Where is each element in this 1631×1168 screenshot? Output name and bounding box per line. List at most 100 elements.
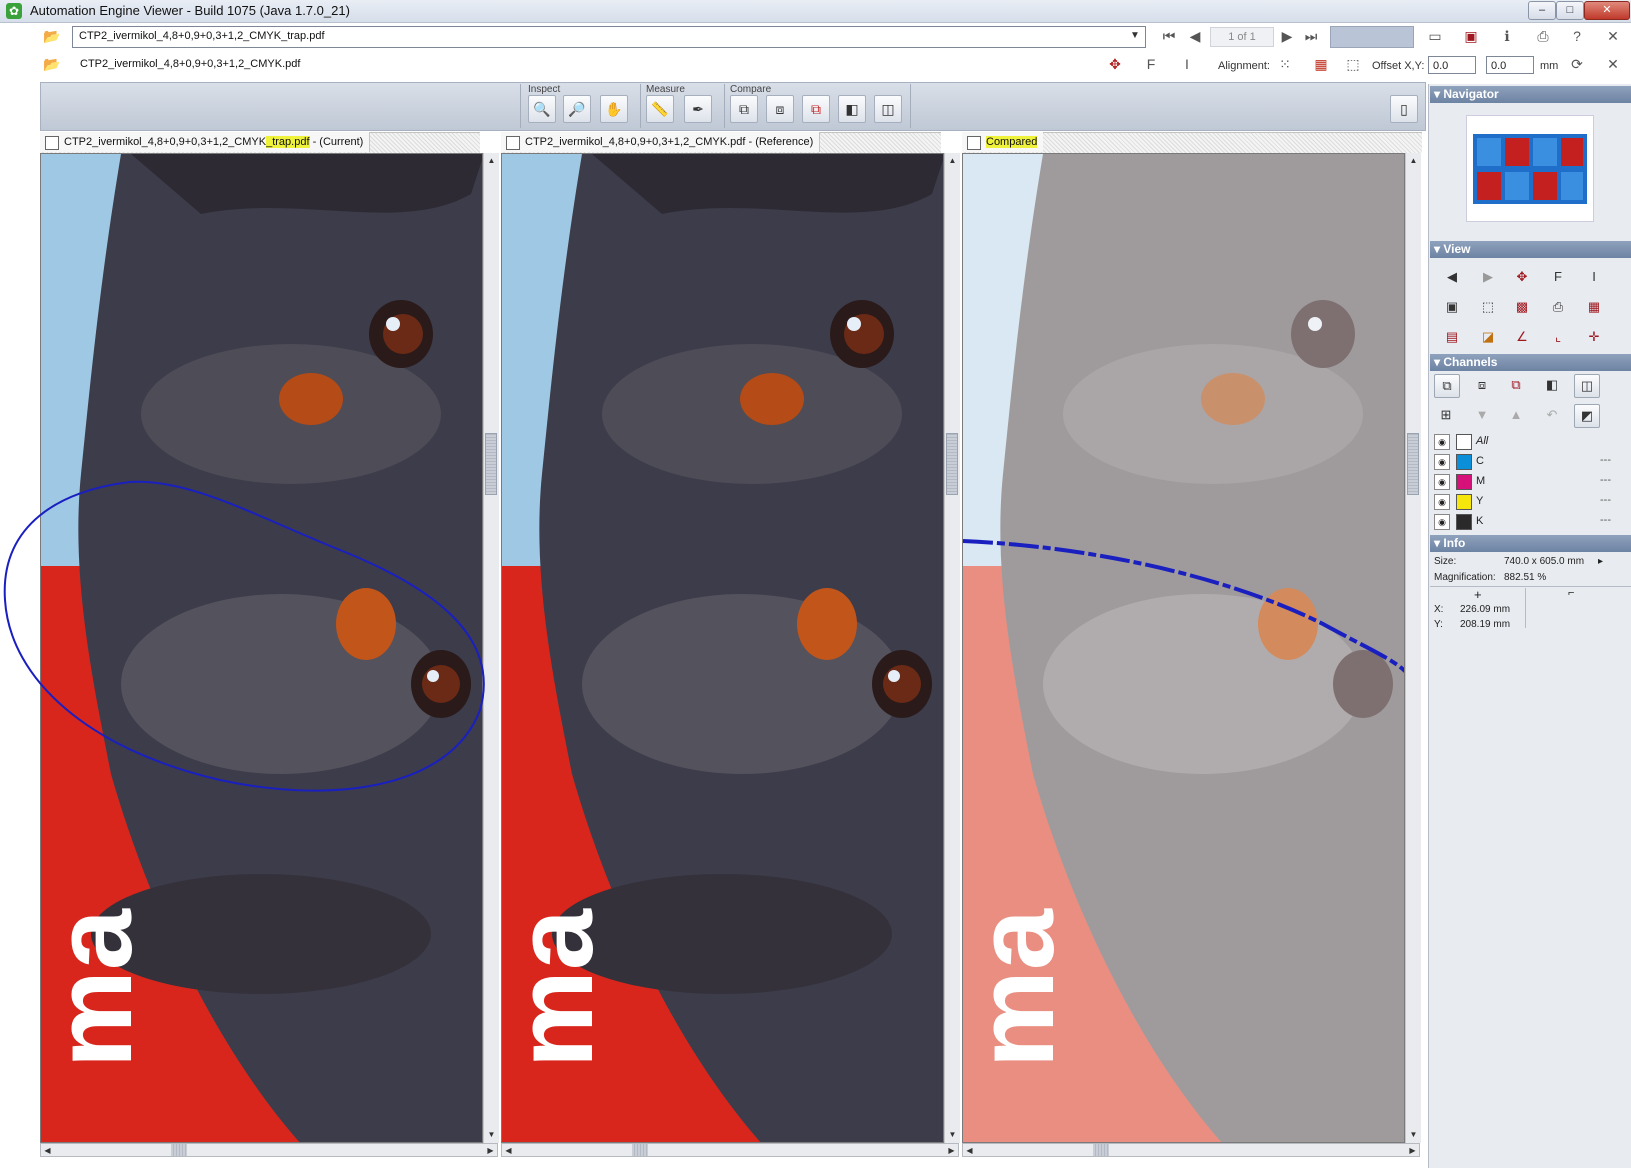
channel-up-icon[interactable]: ▲: [1504, 404, 1528, 426]
view-header[interactable]: ▾ View: [1430, 241, 1631, 258]
help-icon[interactable]: ?: [1566, 26, 1588, 46]
fit-page-icon[interactable]: ▭: [1424, 26, 1446, 46]
reference-vertical-scrollbar[interactable]: ▲ ▼: [944, 153, 960, 1143]
swap-files-icon[interactable]: ✥: [1104, 54, 1126, 74]
scroll-down-icon[interactable]: ▼: [946, 1128, 959, 1141]
reference-horizontal-scrollbar[interactable]: ◀ ▶: [501, 1143, 959, 1157]
size-expand-icon[interactable]: ▸: [1598, 556, 1603, 567]
scroll-right-icon[interactable]: ▶: [1406, 1144, 1419, 1157]
ruler-button[interactable]: 📏: [646, 95, 674, 123]
channel-down-icon[interactable]: ▼: [1470, 404, 1494, 426]
last-page-icon[interactable]: ⏭: [1300, 26, 1322, 46]
view-next-icon[interactable]: ▶: [1476, 266, 1500, 288]
channel-reference-icon[interactable]: ⧈: [1470, 374, 1494, 396]
current-file-combo[interactable]: CTP2_ivermikol_4,8+0,9+0,3+1,2_CMYK_trap…: [72, 26, 1146, 48]
open-current-file-icon[interactable]: 📂: [42, 28, 62, 44]
tab-current[interactable]: CTP2_ivermikol_4,8+0,9+0,3+1,2_CMYK_trap…: [40, 132, 371, 152]
info-header[interactable]: ▾ Info: [1430, 535, 1631, 552]
scroll-left-icon[interactable]: ◀: [963, 1144, 976, 1157]
channel-row-c[interactable]: ◉ C ---: [1430, 452, 1631, 471]
compare-current-button[interactable]: ⧉: [730, 95, 758, 123]
prev-page-icon[interactable]: ◀: [1184, 26, 1206, 46]
scroll-left-icon[interactable]: ◀: [502, 1144, 515, 1157]
scroll-thumb[interactable]: [1093, 1144, 1109, 1156]
channel-row-m[interactable]: ◉ M ---: [1430, 472, 1631, 491]
channel-contrast-icon[interactable]: ◩: [1574, 404, 1600, 428]
info-icon[interactable]: ℹ: [1496, 26, 1518, 46]
view-flip-icon[interactable]: F: [1546, 266, 1570, 288]
view-grid-icon[interactable]: ▦: [1582, 296, 1606, 318]
close-reference-file-icon[interactable]: ✕: [1602, 54, 1624, 74]
current-horizontal-scrollbar[interactable]: ◀ ▶: [40, 1143, 498, 1157]
view-rotate-icon[interactable]: ✥: [1510, 266, 1534, 288]
view-crop-icon[interactable]: ⬚: [1476, 296, 1500, 318]
eye-icon[interactable]: ◉: [1434, 454, 1450, 470]
scroll-thumb[interactable]: [632, 1144, 648, 1156]
channel-row-y[interactable]: ◉ Y ---: [1430, 492, 1631, 511]
scroll-left-icon[interactable]: ◀: [41, 1144, 54, 1157]
scroll-up-icon[interactable]: ▲: [946, 154, 959, 167]
open-reference-file-icon[interactable]: 📂: [42, 56, 62, 72]
close-current-file-icon[interactable]: ✕: [1602, 26, 1624, 46]
maximize-button[interactable]: □: [1556, 1, 1584, 20]
view-axis-icon[interactable]: ⌞: [1546, 326, 1570, 348]
chevron-down-icon[interactable]: ▼: [1127, 28, 1143, 44]
print-icon[interactable]: ⎙: [1532, 26, 1554, 46]
compare-split-button[interactable]: ◫: [874, 95, 902, 123]
eye-icon[interactable]: ◉: [1434, 474, 1450, 490]
tab-compared[interactable]: Compared: [962, 132, 1044, 152]
navigator-header[interactable]: ▾ Navigator: [1430, 86, 1631, 103]
scroll-right-icon[interactable]: ▶: [945, 1144, 958, 1157]
channel-row-all[interactable]: ◉ All: [1430, 432, 1631, 451]
compared-vertical-scrollbar[interactable]: ▲ ▼: [1405, 153, 1421, 1143]
offset-x-input[interactable]: 0.0: [1428, 56, 1476, 74]
separations-icon[interactable]: ▣: [1460, 26, 1482, 46]
page-preview-box[interactable]: [1330, 26, 1414, 48]
scroll-right-icon[interactable]: ▶: [484, 1144, 497, 1157]
alignment-grid-icon[interactable]: ⁙: [1274, 54, 1296, 74]
view-prev-icon[interactable]: ◀: [1440, 266, 1464, 288]
channels-header[interactable]: ▾ Channels: [1430, 354, 1631, 371]
scroll-up-icon[interactable]: ▲: [485, 154, 498, 167]
scroll-thumb[interactable]: [1407, 433, 1419, 495]
minimize-button[interactable]: –: [1528, 1, 1556, 20]
densitometer-button[interactable]: ✒: [684, 95, 712, 123]
scroll-up-icon[interactable]: ▲: [1407, 154, 1420, 167]
view-layout-icon[interactable]: I: [1582, 266, 1606, 288]
channel-row-k[interactable]: ◉ K ---: [1430, 512, 1631, 531]
view-frame-icon[interactable]: ▣: [1440, 296, 1464, 318]
eye-icon[interactable]: ◉: [1434, 434, 1450, 450]
view-stack-icon[interactable]: ▤: [1440, 326, 1464, 348]
channel-table-icon[interactable]: ⊞: [1434, 404, 1458, 426]
channel-diff-icon[interactable]: ⧉: [1504, 374, 1528, 396]
compare-overlay-button[interactable]: ◧: [838, 95, 866, 123]
close-window-button[interactable]: ✕: [1584, 1, 1630, 20]
zoom-in-button[interactable]: 🔍: [528, 95, 556, 123]
compared-view-panel[interactable]: ma: [962, 153, 1405, 1143]
view-crosshair-icon[interactable]: ✛: [1582, 326, 1606, 348]
channel-undo-icon[interactable]: ↶: [1540, 404, 1564, 426]
scroll-thumb[interactable]: [946, 433, 958, 495]
zoom-out-button[interactable]: 🔎: [563, 95, 591, 123]
compare-reference-button[interactable]: ⧈: [766, 95, 794, 123]
eye-icon[interactable]: ◉: [1434, 494, 1450, 510]
flip-icon[interactable]: F: [1140, 54, 1162, 74]
view-trim-icon[interactable]: ▩: [1510, 296, 1534, 318]
scroll-down-icon[interactable]: ▼: [1407, 1128, 1420, 1141]
view-angle-icon[interactable]: ∠: [1510, 326, 1534, 348]
page-layout-icon[interactable]: I: [1176, 54, 1198, 74]
first-page-icon[interactable]: ⏮: [1158, 26, 1180, 46]
offset-y-input[interactable]: 0.0: [1486, 56, 1534, 74]
view-layers-icon[interactable]: ◪: [1476, 326, 1500, 348]
offset-box-icon[interactable]: ⬚: [1342, 54, 1364, 74]
scroll-down-icon[interactable]: ▼: [485, 1128, 498, 1141]
reference-view-panel[interactable]: ma: [501, 153, 944, 1143]
tab-reference[interactable]: CTP2_ivermikol_4,8+0,9+0,3+1,2_CMYK.pdf …: [501, 132, 821, 152]
channel-split-icon[interactable]: ◫: [1574, 374, 1600, 398]
pan-hand-button[interactable]: ✋: [600, 95, 628, 123]
next-page-icon[interactable]: ▶: [1276, 26, 1298, 46]
compared-horizontal-scrollbar[interactable]: ◀ ▶: [962, 1143, 1420, 1157]
eye-icon[interactable]: ◉: [1434, 514, 1450, 530]
scroll-thumb[interactable]: [171, 1144, 187, 1156]
channel-overlay-icon[interactable]: ◧: [1540, 374, 1564, 396]
